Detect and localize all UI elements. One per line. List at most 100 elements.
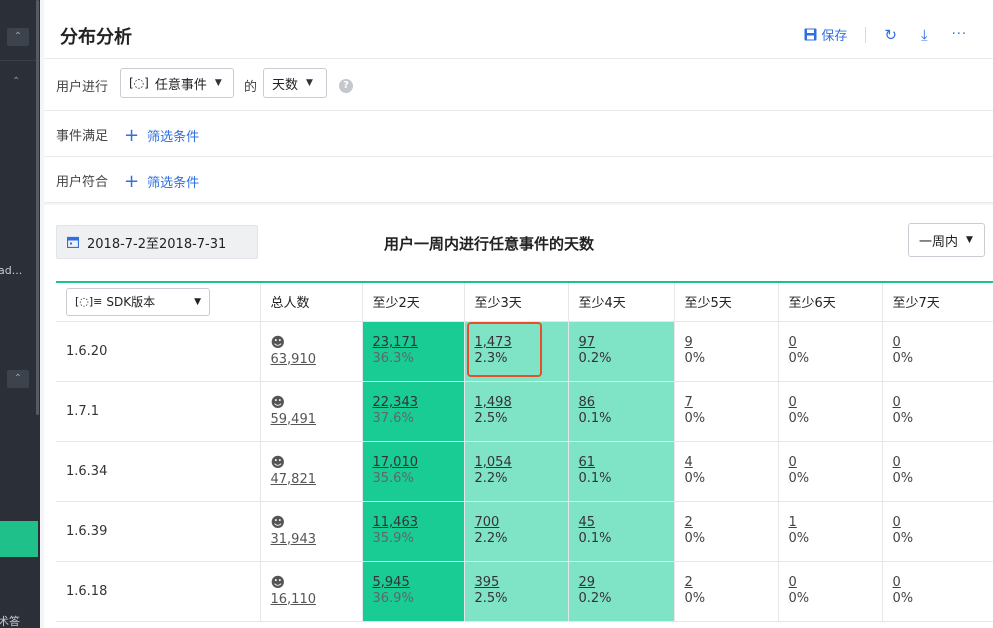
cell-count-link[interactable]: 1 <box>789 515 882 531</box>
collapse-button[interactable]: ⌃ <box>7 370 29 388</box>
cell-count-link[interactable]: 4 <box>685 455 778 471</box>
total-users-link[interactable]: 47,821 <box>271 472 317 487</box>
refresh-icon[interactable]: ↻ <box>884 26 897 44</box>
retention-cell[interactable]: 0 0% <box>882 381 993 442</box>
sidebar-item-label[interactable]: ad... <box>0 264 22 277</box>
cell-count-link[interactable]: 17,010 <box>373 455 464 471</box>
cell-count-link[interactable]: 0 <box>789 455 882 471</box>
retention-cell[interactable]: 86 0.1% <box>568 381 675 442</box>
group-by-select[interactable]: [◌]≡ SDK版本 ▼ <box>66 287 210 316</box>
cell-count-link[interactable]: 0 <box>789 335 882 351</box>
person-icon: ☻ <box>270 394 286 411</box>
total-users-link[interactable]: 31,943 <box>271 532 317 547</box>
cell-count-link[interactable]: 0 <box>893 395 993 411</box>
cell-count-link[interactable]: 1,054 <box>475 455 568 471</box>
cell-percent: 0% <box>788 411 810 426</box>
retention-cell[interactable]: 97 0.2% <box>568 321 675 382</box>
total-cell[interactable]: ☻ 63,910 <box>260 321 363 382</box>
sidebar-scrollbar[interactable] <box>36 0 39 415</box>
period-select[interactable]: 一周内 ▼ <box>908 223 985 257</box>
retention-cell[interactable]: 11,463 35.9% <box>362 501 465 562</box>
retention-cell[interactable]: 0 0% <box>778 561 883 622</box>
total-cell[interactable]: ☻ 31,943 <box>260 501 363 562</box>
retention-cell[interactable]: 5,945 36.9% <box>362 561 465 622</box>
total-cell[interactable]: ☻ 16,110 <box>260 561 363 622</box>
dimension-icon: [◌]≡ <box>75 295 103 309</box>
retention-cell[interactable]: 0 0% <box>778 381 883 442</box>
retention-cell[interactable]: 17,010 35.6% <box>362 441 465 502</box>
total-cell[interactable]: ☻ 59,491 <box>260 381 363 442</box>
total-users-link[interactable]: 59,491 <box>271 412 317 427</box>
retention-cell[interactable]: 23,171 36.3% <box>362 321 465 382</box>
cell-count-link[interactable]: 0 <box>893 335 993 351</box>
cell-count-link[interactable]: 9 <box>685 335 778 351</box>
save-label: 保存 <box>821 29 848 44</box>
cell-percent: 0% <box>892 471 914 486</box>
cell-count-link[interactable]: 0 <box>789 395 882 411</box>
cell-count-link[interactable]: 23,171 <box>373 335 464 351</box>
add-user-filter-button[interactable]: + 筛选条件 <box>124 172 199 191</box>
cell-count-link[interactable]: 45 <box>579 515 674 531</box>
cell-count-link[interactable]: 0 <box>789 575 882 591</box>
cell-count-link[interactable]: 395 <box>475 575 568 591</box>
retention-cell[interactable]: 0 0% <box>778 441 883 502</box>
cell-count-link[interactable]: 0 <box>893 455 993 471</box>
more-icon[interactable]: ··· <box>952 27 967 42</box>
column-header: 至少6天 <box>778 283 883 322</box>
cell-count-link[interactable]: 22,343 <box>373 395 464 411</box>
cell-count-link[interactable]: 7 <box>685 395 778 411</box>
cell-count-link[interactable]: 11,463 <box>373 515 464 531</box>
retention-cell[interactable]: 29 0.2% <box>568 561 675 622</box>
retention-cell[interactable]: 0 0% <box>882 321 993 382</box>
person-icon: ☻ <box>270 514 286 531</box>
version-cell: 1.6.18 <box>56 561 261 622</box>
cell-count-link[interactable]: 97 <box>579 335 674 351</box>
retention-cell[interactable]: 1,498 2.5% <box>464 381 569 442</box>
help-icon[interactable]: ? <box>339 79 353 93</box>
retention-cell[interactable]: 45 0.1% <box>568 501 675 562</box>
retention-cell[interactable]: 395 2.5% <box>464 561 569 622</box>
cell-count-link[interactable]: 86 <box>579 395 674 411</box>
retention-cell[interactable]: 4 0% <box>674 441 779 502</box>
retention-cell[interactable]: 0 0% <box>882 501 993 562</box>
retention-cell[interactable]: 2 0% <box>674 501 779 562</box>
cell-count-link[interactable]: 5,945 <box>373 575 464 591</box>
download-icon[interactable]: ⤓ <box>921 26 928 44</box>
event-select[interactable]: [◌] 任意事件 ▼ <box>120 68 234 98</box>
cell-count-link[interactable]: 1,498 <box>475 395 568 411</box>
retention-cell[interactable]: 700 2.2% <box>464 501 569 562</box>
retention-cell[interactable]: 0 0% <box>882 561 993 622</box>
retention-cell[interactable]: 2 0% <box>674 561 779 622</box>
retention-cell[interactable]: 22,343 37.6% <box>362 381 465 442</box>
cell-count-link[interactable]: 61 <box>579 455 674 471</box>
retention-cell[interactable]: 0 0% <box>778 321 883 382</box>
user-filter-label: 用户符合 <box>56 175 109 190</box>
save-button[interactable]: 保存 <box>804 25 847 44</box>
date-range-picker[interactable]: 2018-7-2至2018-7-31 <box>56 225 258 259</box>
group-by-header: [◌]≡ SDK版本 ▼ <box>56 283 261 322</box>
retention-cell[interactable]: 61 0.1% <box>568 441 675 502</box>
cell-count-link[interactable]: 0 <box>893 575 993 591</box>
cell-count-link[interactable]: 29 <box>579 575 674 591</box>
total-users-link[interactable]: 63,910 <box>271 352 317 367</box>
retention-cell[interactable]: 1,054 2.2% <box>464 441 569 502</box>
sidebar-active-item[interactable] <box>0 521 38 557</box>
chevron-up-icon[interactable]: ⌃ <box>12 76 20 87</box>
cell-percent: 0.1% <box>578 471 612 486</box>
cell-percent: 0% <box>892 591 914 606</box>
collapse-button[interactable]: ⌃ <box>7 28 29 46</box>
cell-count-link[interactable]: 0 <box>893 515 993 531</box>
metric-select[interactable]: 天数 ▼ <box>263 68 327 98</box>
version-label: 1.6.18 <box>66 583 108 599</box>
sidebar-item-label[interactable]: 术答 <box>0 613 20 628</box>
retention-cell[interactable]: 7 0% <box>674 381 779 442</box>
retention-cell[interactable]: 1 0% <box>778 501 883 562</box>
add-event-filter-button[interactable]: + 筛选条件 <box>124 126 199 145</box>
retention-cell[interactable]: 0 0% <box>882 441 993 502</box>
cell-count-link[interactable]: 2 <box>685 515 778 531</box>
total-cell[interactable]: ☻ 47,821 <box>260 441 363 502</box>
total-users-link[interactable]: 16,110 <box>271 592 317 607</box>
cell-count-link[interactable]: 2 <box>685 575 778 591</box>
retention-cell[interactable]: 9 0% <box>674 321 779 382</box>
cell-count-link[interactable]: 700 <box>475 515 568 531</box>
